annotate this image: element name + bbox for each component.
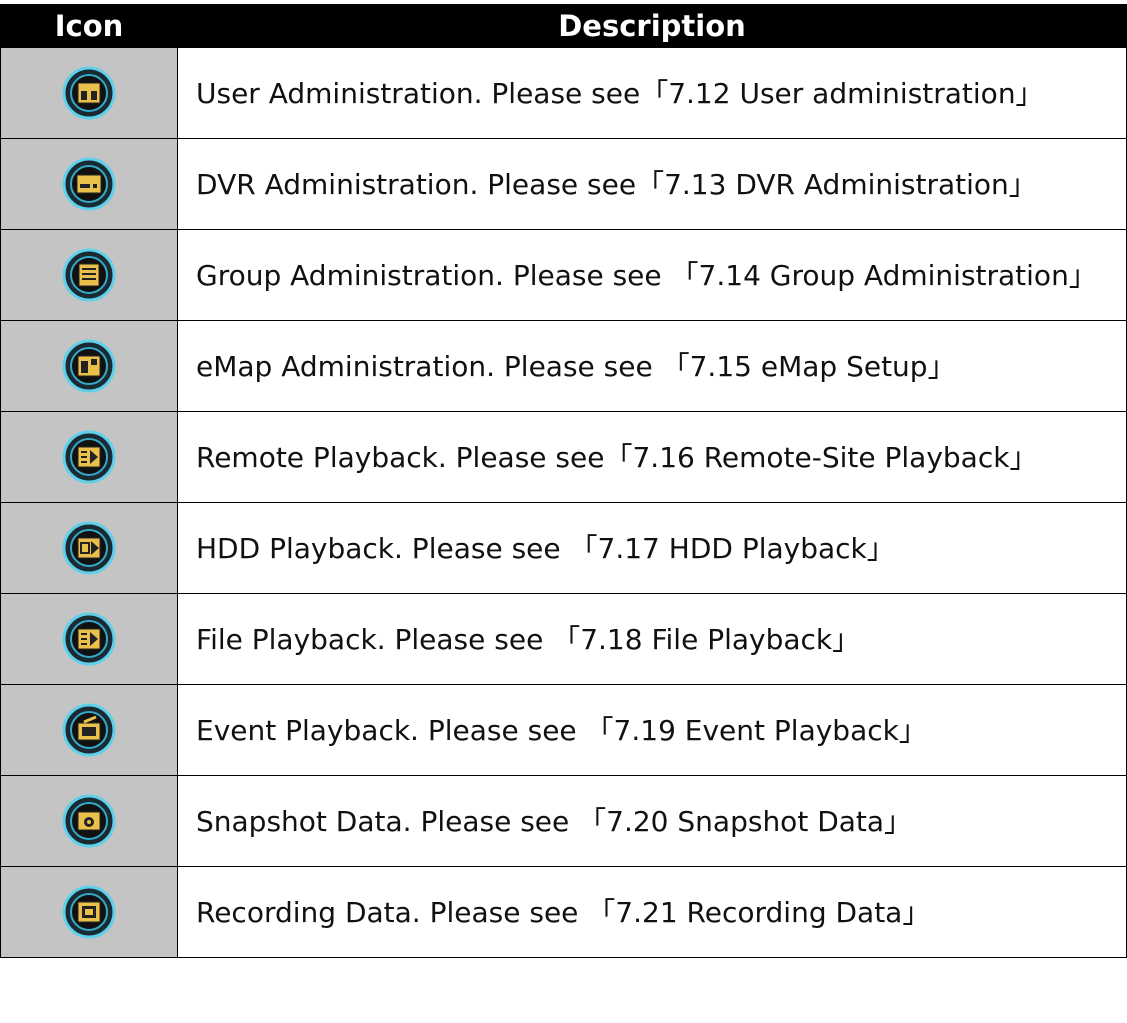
description-cell: Group Administration. Please see 「7.14 G… (177, 229, 1127, 321)
table-row: Group Administration. Please see 「7.14 G… (0, 229, 1127, 321)
icon-cell (0, 866, 178, 958)
description-cell: Event Playback. Please see 「7.19 Event P… (177, 684, 1127, 776)
remote-playback-icon (62, 430, 116, 484)
hdd-playback-icon (62, 521, 116, 575)
icon-cell (0, 47, 178, 139)
table-row: Remote Playback. Please see「7.16 Remote-… (0, 411, 1127, 503)
description-cell: File Playback. Please see 「7.18 File Pla… (177, 593, 1127, 685)
table-row: DVR Administration. Please see「7.13 DVR … (0, 138, 1127, 230)
table-row: eMap Administration. Please see 「7.15 eM… (0, 320, 1127, 412)
icon-cell (0, 229, 178, 321)
icon-cell (0, 684, 178, 776)
description-cell: HDD Playback. Please see 「7.17 HDD Playb… (177, 502, 1127, 594)
description-cell: Snapshot Data. Please see 「7.20 Snapshot… (177, 775, 1127, 867)
file-playback-icon (62, 612, 116, 666)
dvr-admin-icon (62, 157, 116, 211)
icon-column-header: Icon (0, 4, 178, 48)
table-row: HDD Playback. Please see 「7.17 HDD Playb… (0, 502, 1127, 594)
table-row: Snapshot Data. Please see 「7.20 Snapshot… (0, 775, 1127, 867)
description-cell: Remote Playback. Please see「7.16 Remote-… (177, 411, 1127, 503)
table-row: File Playback. Please see 「7.18 File Pla… (0, 593, 1127, 685)
description-cell: User Administration. Please see「7.12 Use… (177, 47, 1127, 139)
description-cell: DVR Administration. Please see「7.13 DVR … (177, 138, 1127, 230)
icon-description-table: Icon Description User Administration. Pl… (0, 4, 1127, 958)
table-row: Event Playback. Please see 「7.19 Event P… (0, 684, 1127, 776)
table-row: Recording Data. Please see 「7.21 Recordi… (0, 866, 1127, 958)
table-row: User Administration. Please see「7.12 Use… (0, 47, 1127, 139)
user-admin-icon (62, 66, 116, 120)
recording-data-icon (62, 885, 116, 939)
description-cell: eMap Administration. Please see 「7.15 eM… (177, 320, 1127, 412)
icon-cell (0, 138, 178, 230)
icon-cell (0, 320, 178, 412)
emap-admin-icon (62, 339, 116, 393)
event-playback-icon (62, 703, 116, 757)
snapshot-data-icon (62, 794, 116, 848)
group-admin-icon (62, 248, 116, 302)
description-cell: Recording Data. Please see 「7.21 Recordi… (177, 866, 1127, 958)
icon-cell (0, 593, 178, 685)
description-column-header: Description (177, 4, 1127, 48)
icon-cell (0, 502, 178, 594)
table-header-row: Icon Description (0, 4, 1127, 48)
icon-cell (0, 411, 178, 503)
icon-cell (0, 775, 178, 867)
